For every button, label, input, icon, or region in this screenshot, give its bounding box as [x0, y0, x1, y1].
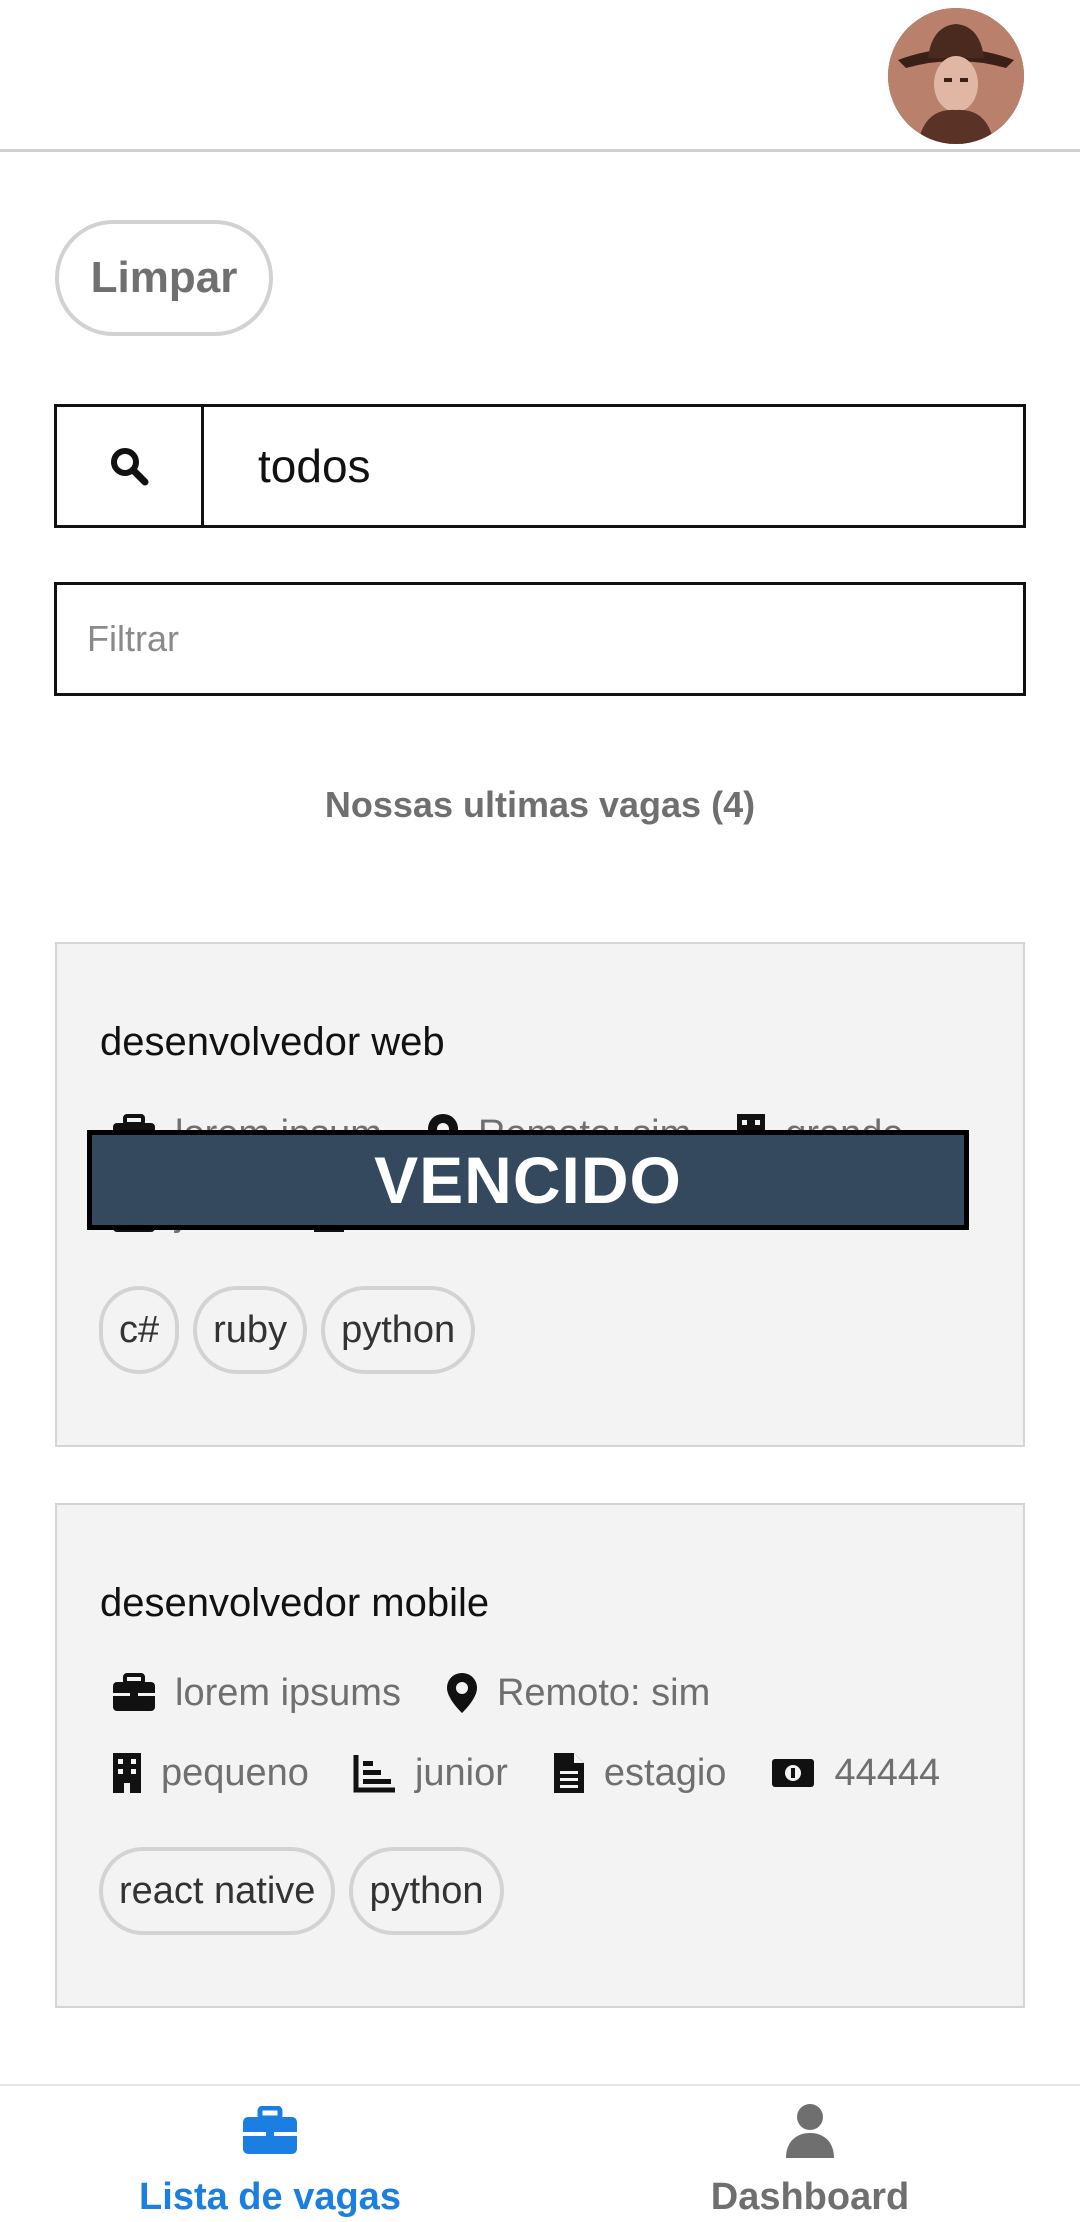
nav-icon-container — [784, 2100, 836, 2162]
briefcase-icon — [113, 1673, 155, 1711]
job-remote: Remoto: sim — [445, 1671, 710, 1715]
job-contract-label: estagio — [603, 1751, 727, 1794]
tag-chip[interactable]: ruby — [193, 1286, 308, 1374]
job-meta-row: lorem ipsums Remoto: sim — [111, 1671, 754, 1715]
filter-input[interactable] — [54, 582, 1026, 696]
avatar-image — [888, 8, 1024, 144]
clear-filters-button[interactable]: Limpar — [55, 220, 273, 336]
document-icon — [553, 1753, 584, 1793]
job-company: lorem ipsums — [111, 1672, 401, 1715]
building-icon — [113, 1753, 141, 1793]
job-level-label: junior — [414, 1751, 508, 1794]
tag-chip[interactable]: python — [349, 1847, 504, 1935]
job-salary: 44444 — [770, 1752, 940, 1795]
job-tags: react native python — [99, 1847, 518, 1935]
search-button[interactable] — [57, 407, 204, 525]
tab-job-list-label: Lista de vagas — [139, 2176, 401, 2218]
job-card[interactable]: desenvolvedor web lorem ipsum Remoto: si… — [55, 942, 1025, 1447]
job-company-size: pequeno — [111, 1751, 309, 1795]
job-company-label: lorem ipsums — [175, 1671, 401, 1714]
tag-chip[interactable]: react native — [99, 1847, 336, 1935]
expired-badge: VENCIDO — [87, 1130, 969, 1230]
nav-icon-container — [241, 2100, 299, 2162]
level-chart-icon — [353, 1755, 395, 1793]
user-avatar[interactable] — [888, 8, 1024, 144]
job-level: junior — [353, 1752, 508, 1795]
money-icon — [772, 1759, 815, 1787]
job-meta-row: pequeno junior estagio 44444 — [111, 1751, 984, 1795]
briefcase-icon — [243, 2106, 297, 2154]
job-card[interactable]: desenvolvedor mobile lorem ipsums Remoto… — [55, 1503, 1025, 2008]
tab-dashboard-label: Dashboard — [710, 2176, 910, 2218]
search-value[interactable]: todos — [204, 407, 1023, 525]
job-contract: estagio — [552, 1751, 727, 1795]
search-bar[interactable]: todos — [54, 404, 1026, 528]
job-salary-label: 44444 — [834, 1751, 941, 1794]
job-company-size-label: pequeno — [161, 1751, 309, 1794]
search-icon — [111, 448, 149, 486]
bottom-navigation: Lista de vagas Dashboard — [0, 2084, 1080, 2220]
location-pin-icon — [446, 1673, 477, 1713]
job-tags: c# ruby python — [99, 1286, 489, 1374]
job-remote-label: Remoto: sim — [496, 1671, 711, 1714]
job-title: desenvolvedor mobile — [100, 1581, 490, 1625]
app-header — [0, 0, 1080, 152]
tab-job-list[interactable]: Lista de vagas — [0, 2086, 540, 2222]
job-title: desenvolvedor web — [100, 1020, 445, 1064]
tag-chip[interactable]: c# — [99, 1286, 180, 1374]
tab-dashboard[interactable]: Dashboard — [540, 2086, 1080, 2222]
user-icon — [786, 2104, 834, 2158]
section-title: Nossas ultimas vagas (4) — [324, 784, 756, 825]
tag-chip[interactable]: python — [321, 1286, 476, 1374]
